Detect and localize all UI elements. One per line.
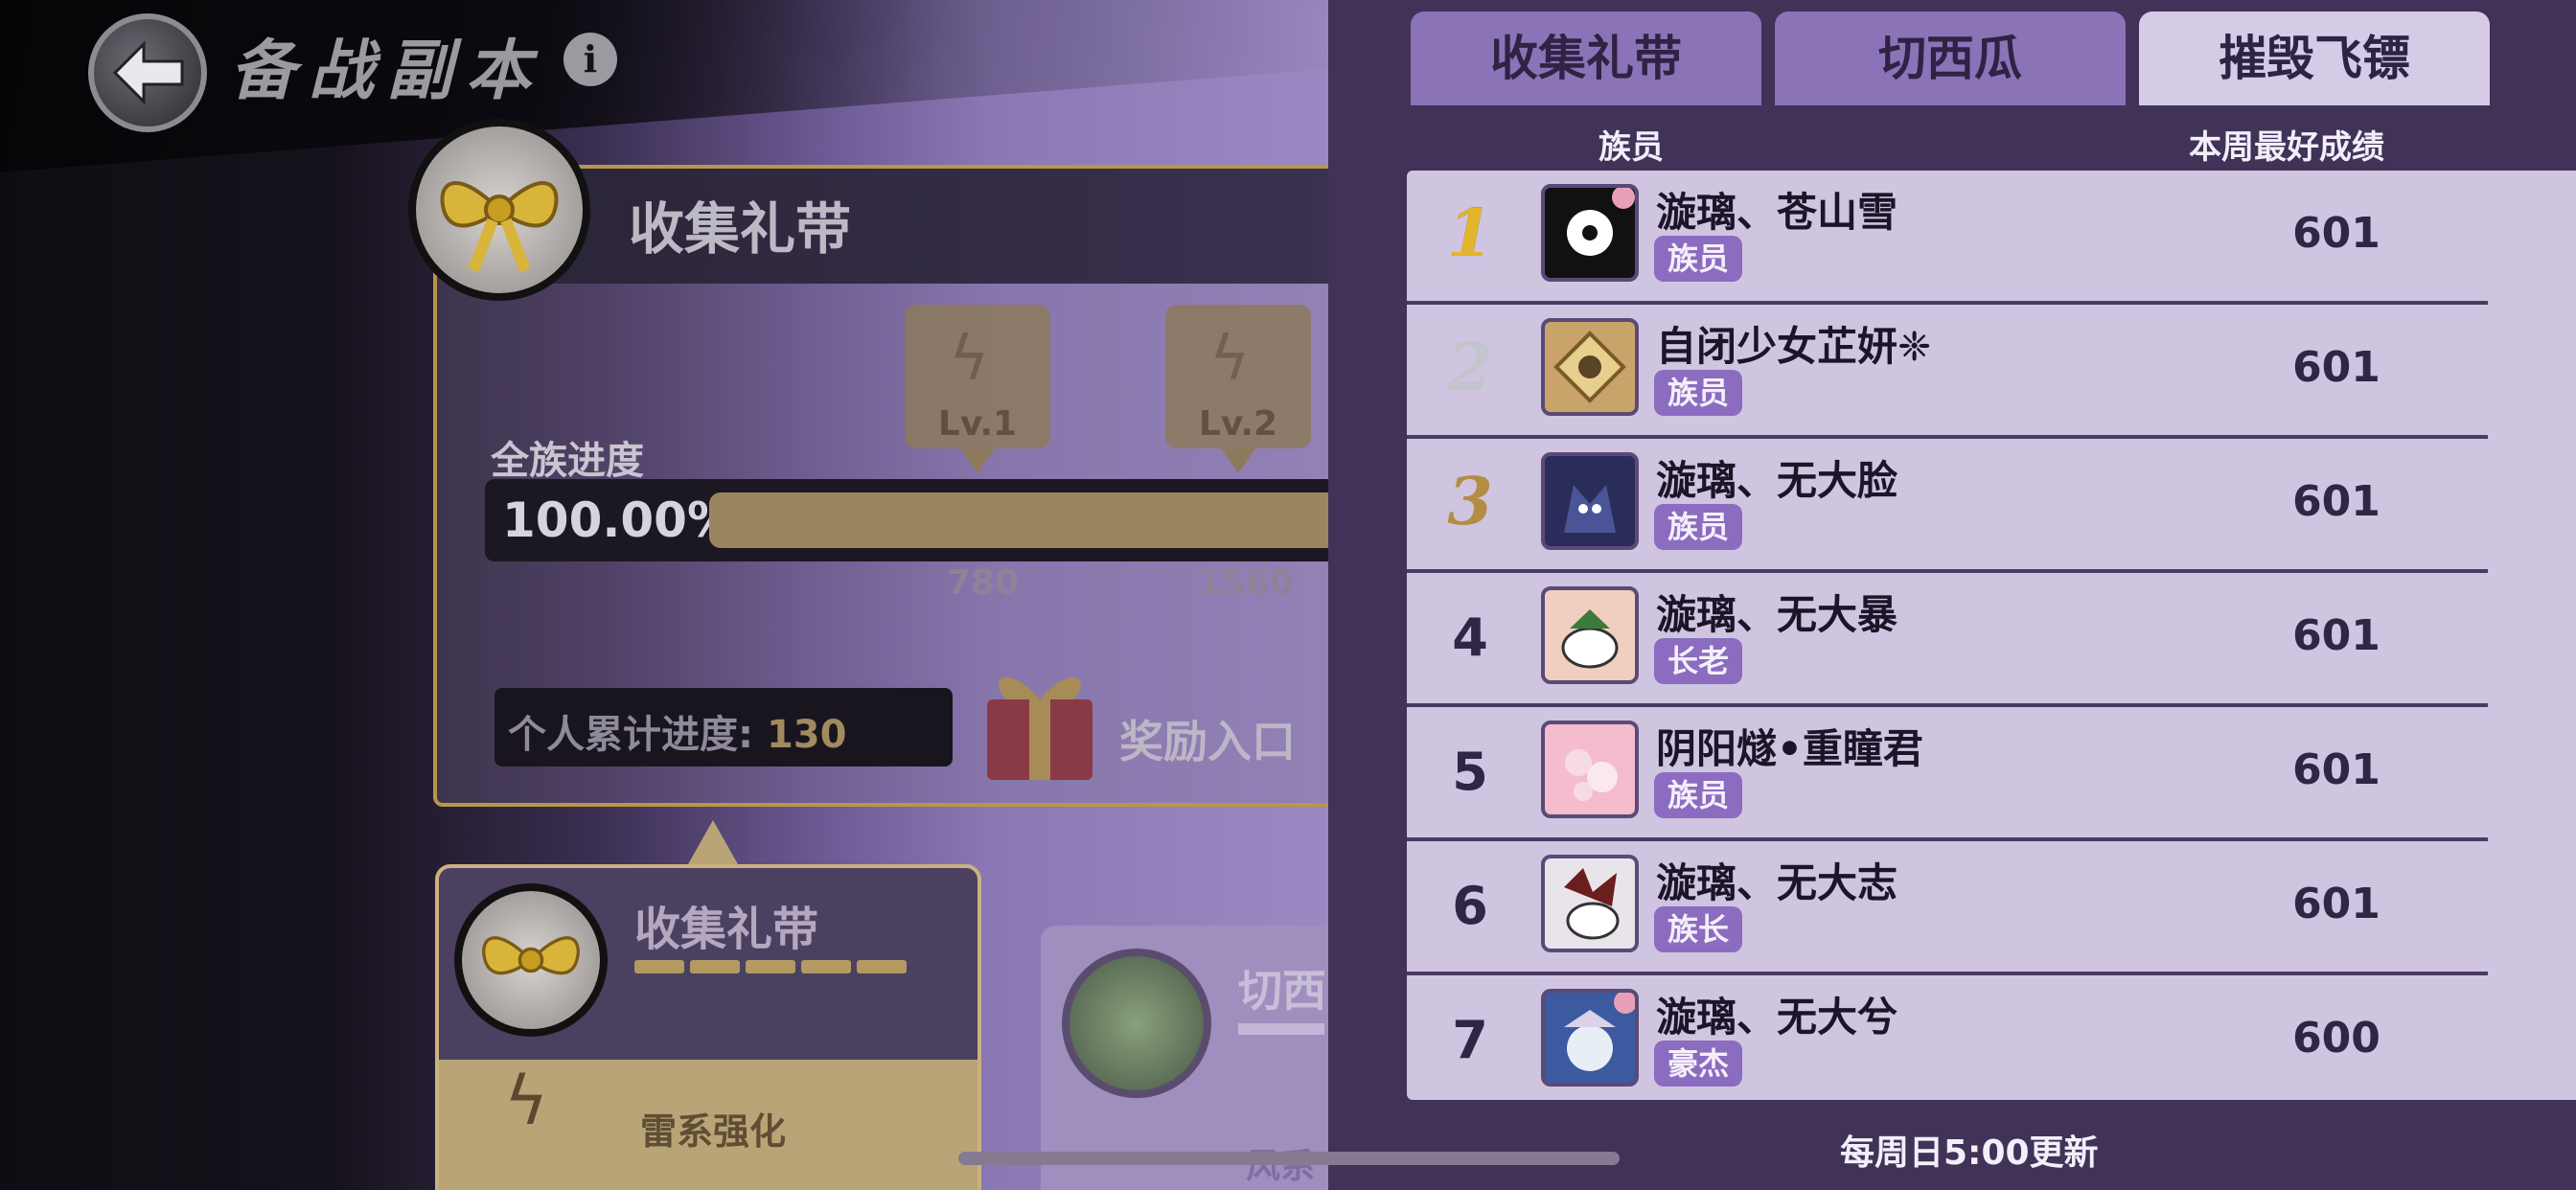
level-1-marker — [960, 448, 995, 473]
rank-number: 1 — [1447, 195, 1493, 272]
player-name: 自闭少女芷妍❈ — [1656, 323, 1932, 370]
ranking-row[interactable]: 1 漩璃、苍山雪 族员 601 — [1407, 171, 2488, 305]
tab-collect-ribbon[interactable]: 收集礼带 — [1411, 11, 1761, 105]
avatar — [1541, 184, 1639, 282]
player-name: 漩璃、无大志 — [1656, 859, 1898, 906]
player-name: 阴阳燧•重瞳君 — [1656, 725, 1923, 772]
tab-destroy-darts[interactable]: 摧毁飞镖 — [2139, 11, 2490, 105]
arrow-left-icon — [112, 40, 184, 105]
watermelon-icon — [1062, 949, 1211, 1098]
progress-dash — [857, 960, 907, 973]
ranking-row[interactable]: 3 漩璃、无大脸 族员 601 — [1407, 439, 2488, 573]
card-pointer — [688, 820, 738, 864]
personal-progress: 个人累计进度: 130 — [494, 688, 953, 767]
avatar — [1541, 318, 1639, 416]
back-button[interactable] — [88, 13, 207, 132]
avatar — [1541, 452, 1639, 550]
ranking-row[interactable]: 7 漩璃、无大兮 豪杰 600 — [1407, 975, 2488, 1100]
level-threshold: 1560 — [1198, 563, 1295, 603]
progress-dash — [1238, 1023, 1324, 1035]
player-score: 601 — [2292, 477, 2380, 526]
level-2-box: ϟ Lv.2 — [1165, 305, 1311, 448]
player-score: 601 — [2292, 745, 2380, 794]
gift-icon[interactable] — [978, 652, 1102, 786]
role-badge: 族员 — [1654, 504, 1743, 550]
role-badge: 豪杰 — [1654, 1041, 1743, 1087]
level-threshold: 780 — [947, 563, 1020, 603]
avatar — [1541, 855, 1639, 952]
card-title: 收集礼带 — [634, 903, 819, 956]
role-badge: 族员 — [1654, 236, 1743, 282]
panel-title: 收集礼带 — [629, 196, 852, 262]
ranking-row[interactable]: 5 阴阳燧•重瞳君 族员 601 — [1407, 707, 2488, 841]
player-score: 600 — [2292, 1014, 2380, 1063]
card-title: 切西 — [1238, 965, 1326, 1017]
rank-number: 6 — [1452, 876, 1488, 936]
role-badge: 族长 — [1654, 906, 1743, 952]
lightning-icon: ϟ — [1209, 324, 1251, 395]
role-badge: 族员 — [1654, 772, 1743, 818]
progress-dash — [746, 960, 795, 973]
column-member-header: 族员 — [1598, 128, 1664, 167]
player-score: 601 — [2292, 880, 2380, 928]
avatar — [1541, 721, 1639, 818]
player-score: 601 — [2292, 209, 2380, 258]
progress-dash — [801, 960, 851, 973]
clan-progress-label: 全族进度 — [491, 439, 644, 483]
rank-number: 4 — [1452, 607, 1488, 668]
clan-progress-fill — [709, 492, 1328, 548]
lightning-icon: ϟ — [504, 1062, 549, 1140]
card-buff: 雷系强化 — [640, 1110, 787, 1153]
progress-dash — [634, 960, 684, 973]
home-indicator[interactable] — [958, 1152, 1620, 1165]
level-2-marker — [1221, 448, 1255, 473]
lightning-icon: ϟ — [949, 324, 990, 395]
level-1-box: ϟ Lv.1 — [905, 305, 1050, 448]
level-label: Lv.2 — [1198, 404, 1278, 444]
player-score: 601 — [2292, 611, 2380, 660]
rank-number: 5 — [1452, 742, 1488, 802]
personal-progress-value: 130 — [766, 713, 847, 757]
role-badge: 族员 — [1654, 370, 1743, 416]
info-icon[interactable]: i — [564, 33, 617, 86]
ribbon-icon — [454, 883, 608, 1037]
avatar — [1541, 586, 1639, 684]
player-score: 601 — [2292, 343, 2380, 392]
ranking-row[interactable]: 2 自闭少女芷妍❈ 族员 601 — [1407, 305, 2488, 439]
rank-number: 2 — [1447, 330, 1493, 406]
player-name: 漩璃、无大兮 — [1656, 994, 1898, 1041]
refresh-note: 每周日5:00更新 — [1840, 1133, 2099, 1173]
avatar — [1541, 989, 1639, 1087]
player-name: 漩璃、苍山雪 — [1656, 189, 1898, 236]
rank-number: 3 — [1447, 464, 1493, 540]
player-name: 漩璃、无大暴 — [1656, 591, 1898, 638]
role-badge: 长老 — [1654, 638, 1743, 684]
ranking-row[interactable]: 4 漩璃、无大暴 长老 601 — [1407, 573, 2488, 707]
column-score-header: 本周最好成绩 — [2189, 128, 2384, 167]
ribbon-icon — [408, 119, 590, 301]
reward-entry[interactable]: 奖励入口 — [1119, 707, 1296, 770]
background-scene: 备战副本 i 收集礼带 ϟ Lv.1 ϟ Lv.2 全族进度 100.00% 7… — [0, 0, 1328, 1190]
level-label: Lv.1 — [937, 404, 1018, 444]
ranking-row[interactable]: 6 漩璃、无大志 族长 601 — [1407, 841, 2488, 975]
clan-progress-value: 100.00% — [502, 492, 736, 548]
ranking-list[interactable]: 1 漩璃、苍山雪 族员 601 2 自闭少女芷妍❈ 族员 601 3 漩璃、无大… — [1407, 171, 2576, 1100]
panel-header — [460, 169, 1328, 284]
rank-number: 7 — [1452, 1010, 1488, 1070]
page-title: 备战副本 — [230, 33, 545, 109]
progress-dash — [690, 960, 740, 973]
tab-cut-watermelon[interactable]: 切西瓜 — [1775, 11, 2126, 105]
personal-progress-label: 个人累计进度: — [508, 713, 753, 757]
player-name: 漩璃、无大脸 — [1656, 457, 1898, 504]
